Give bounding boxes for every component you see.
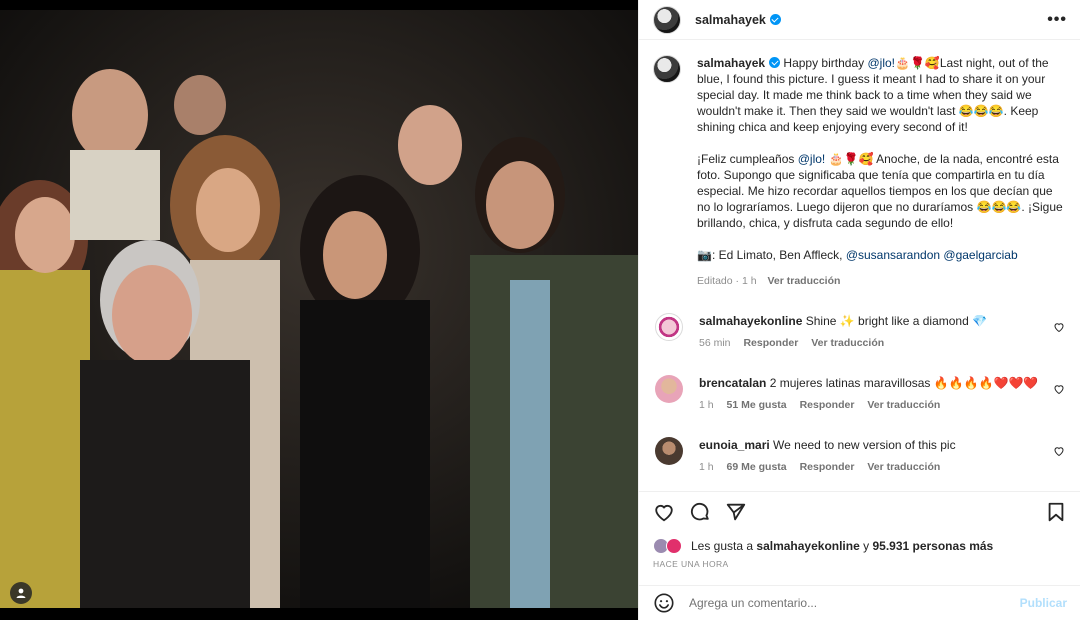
comments-area[interactable]: salmahayek Happy birthday @jlo!🎂🌹🥰Last n…	[639, 41, 1080, 491]
tagged-people-button[interactable]	[10, 582, 32, 604]
bookmark-icon[interactable]	[1045, 501, 1067, 523]
comment-username[interactable]: salmahayekonline	[699, 314, 802, 328]
comment-text: We need to new version of this pic	[773, 438, 956, 452]
see-translation-link[interactable]: Ver traducción	[811, 337, 884, 349]
comment-item: eunoia_mari We need to new version of th…	[653, 437, 1067, 475]
comment-input[interactable]: Agrega un comentario...	[689, 596, 817, 610]
post-media[interactable]	[0, 0, 638, 620]
comment-username[interactable]: eunoia_mari	[699, 438, 770, 452]
comment-icon[interactable]	[689, 501, 711, 523]
likes-summary[interactable]: Les gusta a salmahayekonline y 95.931 pe…	[653, 538, 993, 554]
see-translation-link[interactable]: Ver traducción	[867, 461, 940, 473]
mention-link[interactable]: @gaelgarciab	[943, 248, 1017, 262]
comment-text: 2 mujeres latinas maravillosas 🔥🔥🔥🔥❤️❤️❤…	[769, 376, 1039, 390]
post-timestamp[interactable]: HACE UNA HORA	[653, 559, 729, 569]
post-actions	[639, 491, 1080, 531]
caption-username[interactable]: salmahayek	[697, 56, 765, 70]
post-viewer: salmahayek ••• salmahayek Happy birthday…	[0, 0, 1080, 620]
verified-badge-icon	[769, 14, 781, 25]
caption-meta: Editado · 1 h Ver traducción	[697, 273, 1063, 289]
mention-link[interactable]: @jlo!	[867, 56, 895, 70]
heart-icon[interactable]	[1053, 445, 1065, 457]
photo-credits: 📷: Ed Limato, Ben Affleck,	[697, 248, 843, 262]
comment-item: salmahayekonline Shine ✨ bright like a d…	[653, 313, 1067, 351]
post-photo	[0, 10, 638, 608]
add-comment-bar: Agrega un comentario... Publicar	[639, 585, 1080, 620]
commenter-avatar[interactable]	[655, 375, 683, 403]
like-heart-icon[interactable]	[653, 501, 675, 523]
likes-count[interactable]: 95.931 personas más	[872, 539, 993, 553]
reply-link[interactable]: Responder	[800, 399, 855, 411]
comment-time: 1 h	[699, 461, 714, 473]
caption-avatar[interactable]	[653, 55, 681, 83]
comment-text: Shine ✨ bright like a diamond 💎	[805, 314, 988, 328]
see-translation-link[interactable]: Ver traducción	[867, 399, 940, 411]
reply-link[interactable]: Responder	[800, 461, 855, 473]
comment-time: 1 h	[699, 399, 714, 411]
user-icon	[16, 588, 26, 598]
comment-likes[interactable]: 69 Me gusta	[727, 461, 787, 473]
reply-link[interactable]: Responder	[743, 337, 798, 349]
likes-middle: y	[863, 539, 870, 553]
post-comment-button[interactable]: Publicar	[1020, 596, 1067, 610]
likes-user[interactable]: salmahayekonline	[756, 539, 859, 553]
caption-text-en: Happy birthday	[783, 56, 865, 70]
liker-avatars	[653, 538, 685, 554]
share-icon[interactable]	[725, 501, 747, 523]
caption: salmahayek Happy birthday @jlo!🎂🌹🥰Last n…	[653, 55, 1067, 289]
emoji-icon[interactable]	[653, 592, 675, 614]
post-sidebar: salmahayek ••• salmahayek Happy birthday…	[638, 0, 1080, 620]
heart-icon[interactable]	[1053, 321, 1065, 333]
comment-time: 56 min	[699, 337, 731, 349]
comment-likes[interactable]: 51 Me gusta	[727, 399, 787, 411]
author-username[interactable]: salmahayek	[695, 13, 766, 27]
likes-prefix: Les gusta a	[691, 539, 754, 553]
author-avatar[interactable]	[653, 5, 681, 34]
mention-link[interactable]: @jlo!	[798, 152, 826, 166]
verified-badge-icon	[769, 57, 781, 68]
comment-item: brencatalan 2 mujeres latinas maravillos…	[653, 375, 1067, 413]
mention-link[interactable]: @susansarandon	[846, 248, 940, 262]
edited-label: Editado · 1 h	[697, 275, 757, 287]
comment-username[interactable]: brencatalan	[699, 376, 766, 390]
heart-icon[interactable]	[1053, 383, 1065, 395]
more-options-icon[interactable]: •••	[1047, 11, 1067, 29]
see-translation-link[interactable]: Ver traducción	[767, 275, 840, 287]
caption-text-es: ¡Feliz cumpleaños	[697, 152, 795, 166]
commenter-avatar[interactable]	[655, 313, 683, 341]
post-header: salmahayek •••	[639, 0, 1080, 40]
commenter-avatar[interactable]	[655, 437, 683, 465]
